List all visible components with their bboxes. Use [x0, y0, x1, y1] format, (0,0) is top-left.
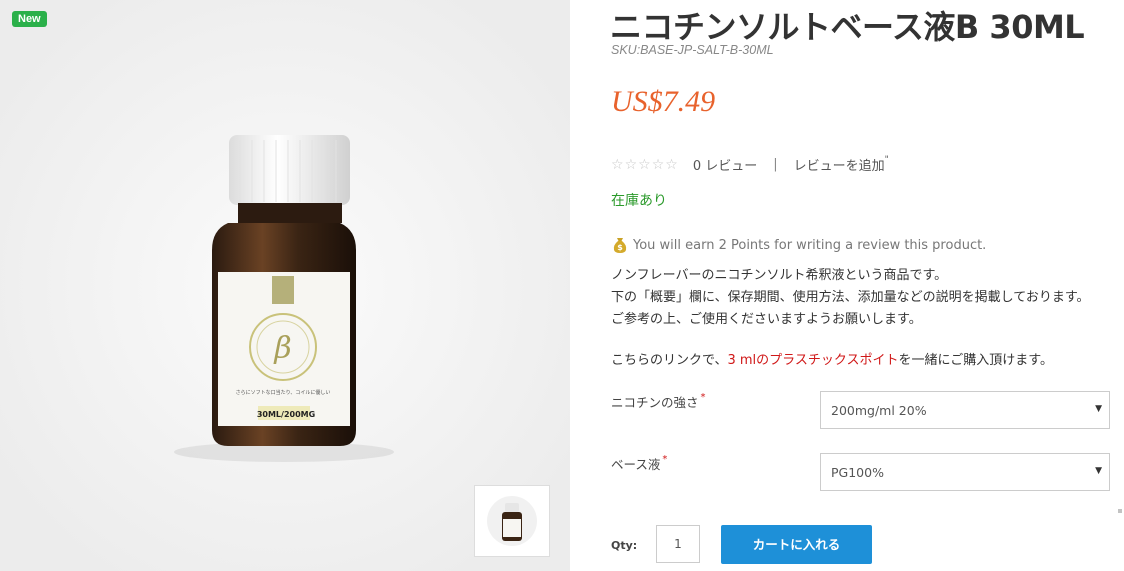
- dropper-link[interactable]: 3 mlのプラスチックスポイト: [727, 353, 898, 368]
- dropdown-arrow-icon: ▼: [1095, 404, 1102, 414]
- star-empty-icon: ☆: [611, 156, 624, 173]
- dropdown-arrow-icon: ▼: [1095, 466, 1102, 476]
- svg-text:さらにソフトな口当たり、コイルに優しい: さらにソフトな口当たり、コイルに優しい: [236, 389, 331, 396]
- separator: |: [773, 157, 778, 172]
- link-prefix: こちらのリンクで、: [611, 353, 728, 368]
- add-review-link[interactable]: レビューを追加": [794, 155, 889, 174]
- product-gallery: β さらにソフトな口当たり、コイルに優しい 30ML/200MG New: [0, 0, 570, 571]
- base-liquid-label-text: ベース液: [611, 457, 661, 472]
- nicotine-strength-label: ニコチンの強さ *: [611, 392, 706, 411]
- link-suffix: を一緒にご購入頂けます。: [898, 353, 1053, 368]
- star-rating: ☆☆☆☆☆: [611, 157, 679, 173]
- resize-mark: [1118, 509, 1122, 513]
- svg-text:β: β: [273, 331, 291, 366]
- product-sku: SKU:BASE-JP-SALT-B-30ML: [611, 43, 774, 57]
- product-title: ニコチンソルトベース液B 30ML: [610, 8, 1085, 46]
- description-line: ノンフレーバーのニコチンソルト希釈液という商品です。: [611, 268, 948, 283]
- svg-text:30ML/200MG: 30ML/200MG: [257, 410, 315, 419]
- description-line: 下の「概要」欄に、保存期間、使用方法、添加量などの説明を掲載しております。: [611, 290, 1090, 305]
- nicotine-strength-select[interactable]: 200mg/ml 20% ▼: [820, 391, 1110, 429]
- review-count-link[interactable]: 0 レビュー: [693, 155, 757, 174]
- star-empty-icon: ☆: [651, 156, 665, 173]
- points-note: $ You will earn 2 Points for writing a r…: [612, 236, 986, 254]
- star-empty-icon: ☆: [624, 156, 638, 173]
- new-badge: New: [12, 11, 47, 27]
- svg-text:$: $: [617, 243, 623, 252]
- base-liquid-value: PG100%: [831, 464, 884, 480]
- stock-status: 在庫あり: [611, 193, 667, 209]
- thumbnail-bottle: [475, 486, 549, 556]
- add-review-label: レビューを追加: [793, 159, 885, 174]
- points-note-text: You will earn 2 Points for writing a rev…: [633, 237, 987, 253]
- star-empty-icon: ☆: [665, 156, 678, 173]
- nicotine-strength-value: 200mg/ml 20%: [831, 402, 927, 418]
- required-mark: *: [662, 454, 668, 465]
- money-bag-icon: $: [613, 238, 627, 253]
- add-to-cart-button[interactable]: カートに入れる: [721, 525, 872, 564]
- thumbnail-image[interactable]: [474, 485, 550, 557]
- qty-input[interactable]: 1: [656, 525, 700, 563]
- product-description: ノンフレーバーのニコチンソルト希釈液という商品です。 下の「概要」欄に、保存期間…: [611, 265, 1090, 331]
- dropper-link-line: こちらのリンクで、3 mlのプラスチックスポイトを一緒にご購入頂けます。: [611, 349, 1053, 368]
- star-empty-icon: ☆: [638, 156, 651, 173]
- product-price: US$7.49: [611, 85, 716, 118]
- nicotine-strength-label-text: ニコチンの強さ: [611, 395, 699, 410]
- qty-label: Qty:: [611, 539, 638, 552]
- base-liquid-label: ベース液 *: [611, 454, 667, 473]
- description-line: ご参考の上、ご使用くださいますようお願いします。: [611, 312, 922, 327]
- cursor-icon: ": [884, 155, 889, 165]
- required-mark: *: [700, 392, 706, 403]
- base-liquid-select[interactable]: PG100% ▼: [820, 453, 1110, 491]
- rating-row: ☆☆☆☆☆ 0 レビュー | レビューを追加": [611, 155, 889, 174]
